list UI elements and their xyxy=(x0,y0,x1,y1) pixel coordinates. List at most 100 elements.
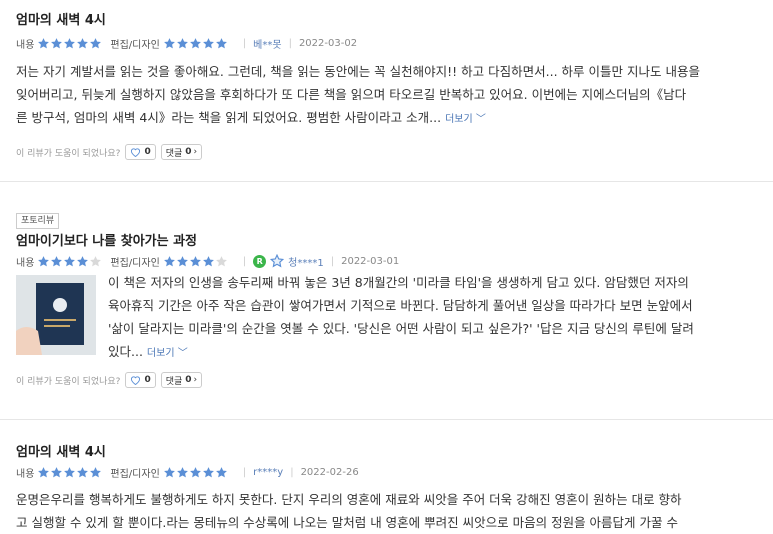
star-icon xyxy=(189,255,202,268)
divider: | xyxy=(290,466,294,478)
star-icon xyxy=(89,255,102,268)
review-item: 엄마의 새벽 4시 내용 편집/디자인 | r****y | 2022-02-2… xyxy=(16,444,761,534)
review-item: 엄마의 새벽 4시 내용 편집/디자인 | 베**못 | 2022-03-02 … xyxy=(16,12,761,161)
review-date: 2022-03-02 xyxy=(298,37,358,49)
review-line: 이 책은 저자의 인생을 송두리째 바꿔 놓은 3년 8개월간의 '미라클 타임… xyxy=(108,275,689,290)
star-icon xyxy=(76,466,89,479)
author-name[interactable]: 베**못 xyxy=(253,36,281,51)
comment-button[interactable]: 댓글 0 › xyxy=(160,144,203,160)
review-line: 저는 자기 계발서를 읽는 것을 좋아해요. 그런데, 책을 읽는 동안에는 꼭… xyxy=(16,64,700,79)
review-body: 이 책은 저자의 인생을 송두리째 바꿔 놓은 3년 8개월간의 '미라클 타임… xyxy=(108,271,761,365)
helpful-question: 이 리뷰가 도움이 되었나요? xyxy=(16,376,121,387)
comment-button[interactable]: 댓글 0 › xyxy=(160,372,203,388)
design-rating-stars xyxy=(163,255,228,268)
review-item: 포토리뷰 엄마이기보다 나를 찾아가는 과정 내용 편집/디자인 | R 청**… xyxy=(16,208,761,389)
more-link[interactable]: 더보기 ﹀ xyxy=(445,114,486,125)
review-title[interactable]: 엄마의 새벽 4시 xyxy=(16,444,761,462)
review-line: 른 방구석, 엄마의 새벽 4시》라는 책을 읽게 되었어요. 평범한 사람이라… xyxy=(16,110,486,125)
star-outline-icon xyxy=(270,254,285,268)
more-link[interactable]: 더보기 ﹀ xyxy=(147,348,188,359)
star-icon xyxy=(163,255,176,268)
star-icon xyxy=(176,466,189,479)
review-line: 고 실행할 수 있게 할 뿐이다.라는 몽테뉴의 수상록에 나오는 말처럼 내 … xyxy=(16,515,678,530)
review-line: 운명은우리를 행복하게도 불행하게도 하지 못한다. 단지 우리의 영혼에 재료… xyxy=(16,492,682,507)
comment-label: 댓글 xyxy=(165,148,183,159)
divider: | xyxy=(330,255,335,267)
star-icon xyxy=(76,255,89,268)
content-rating-label: 내용 xyxy=(16,39,35,51)
chevron-right-icon: › xyxy=(193,375,198,385)
review-line: 육아휴직 기간은 아주 작은 습관이 쌓여가면서 기적으로 바뀐다. 담담하게 … xyxy=(108,298,693,313)
divider: | xyxy=(242,37,247,49)
comment-count: 0 xyxy=(185,147,192,157)
star-icon xyxy=(76,37,89,50)
review-date: 2022-03-01 xyxy=(341,255,400,267)
design-rating-label: 편집/디자인 xyxy=(110,468,160,480)
content-rating-label: 내용 xyxy=(16,468,35,480)
star-icon xyxy=(189,466,202,479)
like-count: 0 xyxy=(144,147,151,157)
heart-icon xyxy=(131,148,141,157)
author-name[interactable]: 청****1 xyxy=(288,254,324,269)
star-icon xyxy=(176,255,189,268)
star-icon xyxy=(37,37,50,50)
star-icon xyxy=(189,37,202,50)
star-icon xyxy=(63,255,76,268)
review-divider xyxy=(0,419,773,420)
review-body: 운명은우리를 행복하게도 불행하게도 하지 못한다. 단지 우리의 영혼에 재료… xyxy=(16,488,761,534)
review-line: '삶이 달라지는 미라클'의 순간을 엿볼 수 있다. '당신은 어떤 사람이 … xyxy=(108,321,694,336)
star-icon xyxy=(202,37,215,50)
review-divider xyxy=(0,181,773,182)
review-photo[interactable] xyxy=(16,275,96,355)
star-icon xyxy=(63,466,76,479)
star-icon xyxy=(37,466,50,479)
content-rating-label: 내용 xyxy=(16,257,35,269)
content-rating-stars xyxy=(37,466,102,479)
star-icon xyxy=(50,37,63,50)
review-title[interactable]: 엄마의 새벽 4시 xyxy=(16,12,761,30)
design-rating-label: 편집/디자인 xyxy=(110,257,160,269)
content-rating-stars xyxy=(37,255,102,268)
review-title[interactable]: 엄마이기보다 나를 찾아가는 과정 xyxy=(16,233,761,251)
star-icon xyxy=(50,255,63,268)
star-icon xyxy=(202,255,215,268)
star-icon xyxy=(63,37,76,50)
comment-label: 댓글 xyxy=(165,376,183,387)
helpful-row: 이 리뷰가 도움이 되었나요? 0 댓글 0 › xyxy=(16,143,761,161)
helpful-question: 이 리뷰가 도움이 되었나요? xyxy=(16,148,121,159)
star-icon xyxy=(176,37,189,50)
divider: | xyxy=(242,255,247,267)
grade-badge-icon: R xyxy=(253,254,267,268)
book-photo-icon xyxy=(16,275,96,355)
star-icon xyxy=(215,466,228,479)
review-line: 있다... 더보기 ﹀ xyxy=(108,344,188,359)
design-rating-label: 편집/디자인 xyxy=(110,39,160,51)
star-icon xyxy=(163,466,176,479)
star-icon xyxy=(215,37,228,50)
comment-count: 0 xyxy=(185,375,192,385)
design-rating-stars xyxy=(163,466,228,479)
star-icon xyxy=(163,37,176,50)
like-button[interactable]: 0 xyxy=(125,144,156,160)
chevron-down-icon: ﹀ xyxy=(177,348,188,359)
star-icon xyxy=(89,37,102,50)
review-body: 저는 자기 계발서를 읽는 것을 좋아해요. 그런데, 책을 읽는 동안에는 꼭… xyxy=(16,60,761,131)
review-date: 2022-02-26 xyxy=(300,466,359,478)
chevron-right-icon: › xyxy=(193,147,198,157)
like-count: 0 xyxy=(144,375,151,385)
author-name[interactable]: r****y xyxy=(253,467,283,478)
star-icon xyxy=(215,255,228,268)
divider: | xyxy=(242,466,247,478)
star-icon xyxy=(50,466,63,479)
design-rating-stars xyxy=(163,37,228,50)
like-button[interactable]: 0 xyxy=(125,372,156,388)
chevron-down-icon: ﹀ xyxy=(475,114,486,125)
heart-icon xyxy=(131,376,141,385)
star-icon xyxy=(202,466,215,479)
divider: | xyxy=(288,37,292,49)
content-rating-stars xyxy=(37,37,102,50)
review-line: 잊어버리고, 뒤늦게 실행하지 않았음을 후회하다가 또 다른 책을 읽으며 타… xyxy=(16,87,687,102)
star-icon xyxy=(37,255,50,268)
helpful-row: 이 리뷰가 도움이 되었나요? 0 댓글 0 › xyxy=(16,371,761,389)
photo-review-badge: 포토리뷰 xyxy=(16,213,60,229)
